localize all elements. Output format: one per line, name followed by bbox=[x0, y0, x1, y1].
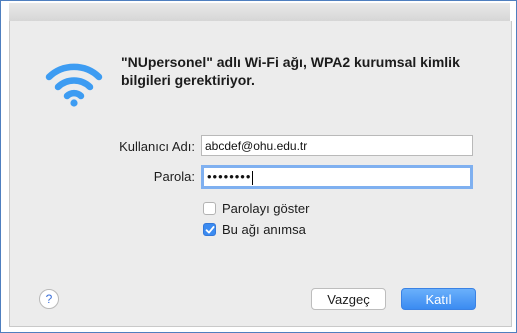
checkmark-icon bbox=[205, 225, 215, 233]
dialog-message: "NUpersonel" adlı Wi-Fi ağı, WPA2 kurums… bbox=[121, 54, 460, 88]
username-field[interactable]: abcdef@ohu.edu.tr bbox=[201, 135, 473, 156]
show-password-label: Parolayı göster bbox=[222, 200, 310, 216]
show-password-checkbox[interactable] bbox=[203, 201, 216, 215]
window-titlebar[interactable] bbox=[9, 3, 510, 22]
screenshot-frame: "NUpersonel" adlı Wi-Fi ağı, WPA2 kurums… bbox=[0, 0, 517, 333]
text-caret bbox=[252, 170, 254, 185]
password-label: Parola: bbox=[153, 169, 195, 184]
password-value: •••••••• bbox=[207, 169, 252, 184]
username-value: abcdef@ohu.edu.tr bbox=[205, 139, 308, 153]
show-password-option[interactable]: Parolayı göster bbox=[203, 200, 309, 216]
wifi-icon bbox=[45, 63, 103, 107]
remember-network-option[interactable]: Bu ağı anımsa bbox=[203, 221, 306, 237]
remember-network-checkbox[interactable] bbox=[203, 222, 216, 236]
remember-network-label: Bu ağı anımsa bbox=[222, 221, 306, 237]
cancel-button[interactable]: Vazgeç bbox=[311, 288, 386, 310]
help-button[interactable]: ? bbox=[39, 289, 59, 309]
username-label: Kullanıcı Adı: bbox=[119, 139, 195, 154]
join-button[interactable]: Katıl bbox=[401, 288, 476, 310]
password-field[interactable]: •••••••• bbox=[201, 165, 473, 189]
